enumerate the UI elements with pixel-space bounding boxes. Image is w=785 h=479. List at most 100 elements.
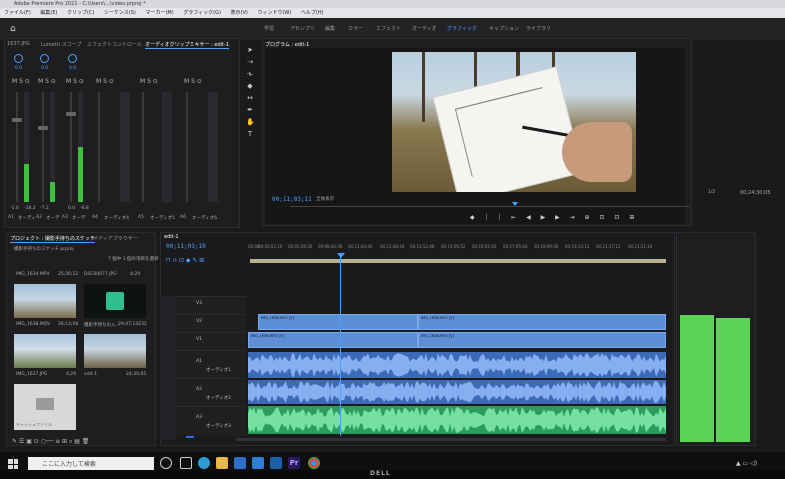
pen-tool-icon[interactable]: ✒ [246,106,254,114]
timeline-playhead[interactable] [340,253,341,436]
razor-tool-icon[interactable]: ◆ [246,82,254,90]
selection-tool-icon[interactable]: ➤ [246,46,254,54]
program-duration: 00;24;30;05 [740,190,771,196]
premiere-icon[interactable]: Pr [288,457,300,469]
tab-project[interactable]: プロジェクト : 撮影手持ちのスケッチ [10,235,95,243]
timeline-ruler[interactable]: 00;00 00;02;02;10 00;05;06;26 00;08;40;3… [248,243,668,253]
chrome-icon[interactable] [308,457,320,469]
ws-tab-audio[interactable]: オーディオ [412,25,437,32]
transport-controls[interactable]: ◆ ⏐ ⏐ ⇤ ◀ ▶ ▶ ⇥ ⊕ ⊡ ⊡ ⊞ [470,214,638,222]
fit-dropdown[interactable]: 全体表示 [316,196,334,202]
menu-view[interactable]: 表示(V) [231,10,248,16]
thumbnail-audio[interactable] [84,284,146,318]
thumbnail-sequence[interactable] [84,334,146,368]
timeline-tools[interactable]: ⊓ ∩ ⊡ ◆ ✎ ⊞ [166,257,204,264]
menu-graphics[interactable]: グラフィック(G) [183,10,221,16]
fader-track-a1[interactable] [16,92,18,202]
mute-solo-icons[interactable]: M S ⊙ [12,78,30,85]
menu-clip[interactable]: クリップ(C) [67,10,94,16]
mute-solo-icons[interactable]: M S ⊙ [66,78,84,85]
type-tool-icon[interactable]: T [246,130,254,138]
ws-tab-assembly[interactable]: アセンブリ [290,25,315,32]
audio-clip-a3[interactable] [248,406,666,434]
menu-file[interactable]: ファイル(F) [4,10,31,16]
windows-start-icon[interactable] [8,459,18,469]
menu-edit[interactable]: 編集(E) [40,10,57,16]
video-clip-v1[interactable]: IMG_1638.MOV [V] [248,332,418,348]
ws-tab-graphics[interactable]: グラフィック [447,25,477,32]
mute-solo-icons[interactable]: M S ⊙ [184,78,202,85]
resolution-dropdown[interactable]: 1/2 [708,190,715,195]
work-area-bar[interactable] [250,259,666,263]
playhead-handle-icon[interactable] [337,253,345,258]
pan-knob-a3[interactable] [68,54,77,63]
ws-tab-edit[interactable]: 編集 [325,25,335,32]
ws-tab-captions[interactable]: キャプション [489,25,519,32]
thumbnail-image[interactable] [14,334,76,368]
ruler-tick: 00;18;09;08 [534,244,559,249]
ripple-edit-tool-icon[interactable]: ⟛ [246,70,254,78]
track-select-tool-icon[interactable]: ⇢ [246,58,254,66]
fader-handle-a1[interactable] [12,118,22,122]
menu-help[interactable]: ヘルプ(H) [301,10,324,16]
ws-tab-libraries[interactable]: ライブラリ [526,25,551,32]
ws-tab-color[interactable]: カラー [348,25,363,32]
timeline-zoom-scrollbar[interactable] [236,438,666,441]
program-playhead-icon[interactable] [512,202,518,206]
ws-tab-learn[interactable]: 学習 [264,25,274,32]
task-view-icon[interactable] [180,457,192,469]
video-clip-v2[interactable]: IMG_1638.MOV [V] [418,314,666,330]
program-scrubber[interactable] [290,206,690,207]
fader-value: -0.8 [80,206,89,211]
fader-track-a4[interactable] [98,92,100,202]
mute-solo-icons[interactable]: M S ⊙ [96,78,114,85]
project-bottom-toolbar[interactable]: ✎ ☰ ▣ ⊙ ○── ≡ ⊞ ⌕ ▤ 🗑 [12,438,89,446]
tab-audio-clip-mixer[interactable]: オーディオクリップミキサー : edit-1 [145,41,229,49]
audio-clip-a2[interactable] [248,380,666,404]
edge-icon[interactable] [198,457,210,469]
mute-solo-icons[interactable]: M S ⊙ [38,78,56,85]
hand-tool-icon[interactable]: ✋ [246,118,255,126]
fader-track-a6[interactable] [186,92,188,202]
pan-knob-a1[interactable] [14,54,23,63]
fader-track-a3[interactable] [70,92,72,202]
mail-icon[interactable] [252,457,264,469]
ws-tab-effects[interactable]: エフェクト [376,25,401,32]
tab-source-image[interactable]: 1637.JPG [7,41,30,47]
menu-sequence[interactable]: シーケンス(S) [104,10,136,16]
tab-effect-controls[interactable]: エフェクトコントロール [87,41,142,48]
tab-media-browser[interactable]: メディアブラウザー [93,235,138,242]
menu-window[interactable]: ウィンドウ(W) [257,10,291,16]
fader-handle-a3[interactable] [66,112,76,116]
timeline-timecode[interactable]: 00;11;03;10 [166,243,206,250]
clip-label: IMG_1638.MOV [V] [251,334,284,338]
audio-meter-right [716,318,750,442]
channel-label-a5: A5 [138,215,144,220]
video-clip-v1[interactable]: IMG_1638.MOV [V] [418,332,666,348]
fader-track-a5[interactable] [142,92,144,202]
thumbnail-folder[interactable]: キャッシュファイル [14,384,76,430]
slip-tool-icon[interactable]: ↔ [246,94,254,102]
fader-handle-a2[interactable] [38,126,48,130]
photos-icon[interactable] [270,457,282,469]
tab-lumetri-scopes[interactable]: Lumetri スコープ [41,41,82,48]
explorer-icon[interactable] [216,457,228,469]
project-item-name: IMG_1638.MOV [16,322,51,327]
store-icon[interactable] [234,457,246,469]
program-timecode[interactable]: 00;11;03;11 [272,196,312,203]
thumbnail-video[interactable] [14,284,76,318]
home-icon[interactable]: ⌂ [10,24,16,34]
video-clip-v2[interactable]: IMG_1638.MOV [V] [258,314,418,330]
cortana-icon[interactable] [160,457,172,469]
system-tray-icons[interactable]: ▲ ▭ ◁) [736,460,757,467]
pan-knob-a2[interactable] [40,54,49,63]
menu-marker[interactable]: マーカー(M) [145,10,173,16]
fader-track-a2[interactable] [42,92,44,202]
track-name: V3 [196,301,202,306]
tab-sequence[interactable]: edit-1 [164,234,179,240]
audio-clip-a1[interactable] [248,352,666,378]
channel-name-a2: オーデ [46,216,60,221]
fader-value: 0.0 [68,206,76,211]
mute-solo-icons[interactable]: M S ⊙ [140,78,158,85]
project-item-name: 撮影手持ちの入... [84,323,120,328]
